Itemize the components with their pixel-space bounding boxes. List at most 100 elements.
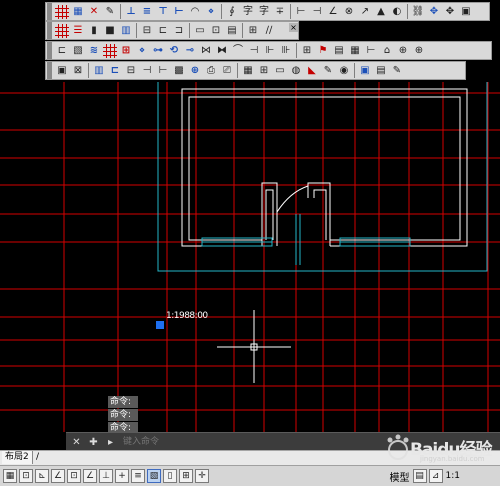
calculator-icon[interactable]: ▦ bbox=[241, 64, 255, 78]
align-center-icon[interactable]: ≡ bbox=[140, 5, 154, 19]
toolbar-grip[interactable] bbox=[47, 62, 52, 79]
tag-icon[interactable]: ⌂ bbox=[380, 44, 394, 58]
selection-cycle-icon[interactable]: ▯ bbox=[163, 469, 177, 483]
workspace-icon[interactable]: ✛ bbox=[195, 469, 209, 483]
ortho-icon[interactable]: ⊾ bbox=[35, 469, 49, 483]
camera-icon[interactable]: ◍ bbox=[289, 64, 303, 78]
align-bottom-icon[interactable]: ⊥ bbox=[124, 5, 138, 19]
snap-icon[interactable]: ⊡ bbox=[19, 469, 33, 483]
pencil-icon[interactable]: ✎ bbox=[321, 64, 335, 78]
toolbar-close-icon[interactable]: × bbox=[289, 23, 298, 32]
ucs-icon[interactable]: ⊥ bbox=[99, 469, 113, 483]
transparency-icon[interactable]: ▧ bbox=[147, 469, 161, 483]
room-icon[interactable]: ⊞ bbox=[246, 24, 260, 38]
hatch-pattern-icon[interactable]: ▧ bbox=[71, 44, 85, 58]
match-icon[interactable]: ⊠ bbox=[71, 64, 85, 78]
delete-icon[interactable]: ✕ bbox=[87, 5, 101, 19]
measure-icon[interactable]: ⊢ bbox=[172, 5, 186, 19]
dimension-angle-icon[interactable]: ∠ bbox=[326, 5, 340, 19]
attribute-icon[interactable]: ⊣ bbox=[140, 64, 154, 78]
offset-icon[interactable]: ⊏ bbox=[55, 44, 69, 58]
model-space-button[interactable]: 模型 bbox=[390, 469, 410, 484]
toolbar-grip[interactable] bbox=[47, 22, 52, 39]
extend-icon[interactable]: ⊪ bbox=[279, 44, 293, 58]
field-icon[interactable]: ⊞ bbox=[257, 64, 271, 78]
annotation-scale[interactable]: 1:1 bbox=[446, 471, 460, 481]
block-icon[interactable]: ▥ bbox=[92, 64, 106, 78]
grid-icon[interactable] bbox=[103, 43, 117, 58]
markup-icon[interactable]: ✎ bbox=[390, 64, 404, 78]
stair-flight-icon[interactable]: ▤ bbox=[332, 44, 346, 58]
publish-icon[interactable]: ⎙ bbox=[204, 64, 218, 78]
tool-palette-icon[interactable]: ▭ bbox=[273, 64, 287, 78]
lengthen-icon[interactable]: ⊸ bbox=[183, 44, 197, 58]
wall-select-icon[interactable]: ⊞ bbox=[119, 44, 133, 58]
annotation-monitor-icon[interactable]: ⊞ bbox=[179, 469, 193, 483]
stair-icon[interactable]: ∮ bbox=[225, 5, 239, 19]
pan-icon[interactable]: ✥ bbox=[443, 5, 457, 19]
grid-icon[interactable] bbox=[55, 23, 69, 38]
selection-grip[interactable] bbox=[156, 321, 164, 329]
dynamic-input-icon[interactable]: + bbox=[115, 469, 129, 483]
arrow-icon[interactable]: ↗ bbox=[358, 5, 372, 19]
rotate-icon[interactable]: ⟲ bbox=[167, 44, 181, 58]
door-double-icon[interactable]: ⊐ bbox=[172, 24, 186, 38]
roof-icon[interactable]: ∕∕ bbox=[262, 24, 276, 38]
section-icon[interactable]: ⊗ bbox=[342, 5, 356, 19]
table-icon[interactable]: ▦ bbox=[348, 44, 362, 58]
tab-layout2[interactable]: 布局2 bbox=[2, 451, 33, 464]
tint-icon[interactable]: ◐ bbox=[390, 5, 404, 19]
command-input[interactable] bbox=[121, 435, 245, 449]
tab-scroll-icon[interactable]: / bbox=[36, 452, 39, 462]
hatch-icon[interactable]: ▦ bbox=[71, 5, 85, 19]
polar-icon[interactable]: ∠ bbox=[51, 469, 65, 483]
elevation-icon[interactable]: ⚑ bbox=[316, 44, 330, 58]
toolbar-grip[interactable] bbox=[47, 3, 52, 20]
sheet-icon[interactable]: ▤ bbox=[374, 64, 388, 78]
frame-icon[interactable]: ▣ bbox=[358, 64, 372, 78]
join-icon[interactable]: ⋈ bbox=[199, 44, 213, 58]
dimension-style-icon[interactable]: ⊢ bbox=[364, 44, 378, 58]
close-icon[interactable]: ✕ bbox=[70, 436, 83, 449]
trim-icon[interactable]: ⊩ bbox=[263, 44, 277, 58]
break-icon[interactable]: ⊣ bbox=[247, 44, 261, 58]
xref-icon[interactable]: ⊢ bbox=[156, 64, 170, 78]
wall-icon[interactable]: ▥ bbox=[119, 24, 133, 38]
move-icon[interactable]: ✥ bbox=[427, 5, 441, 19]
stretch-icon[interactable]: ⊶ bbox=[151, 44, 165, 58]
lineweight-icon[interactable]: ≡ bbox=[131, 469, 145, 483]
axis-icon[interactable]: ⊕ bbox=[396, 44, 410, 58]
align-top-icon[interactable]: ⊤ bbox=[156, 5, 170, 19]
wrench-icon[interactable]: ✚ bbox=[87, 436, 100, 449]
render-icon[interactable]: ◣ bbox=[305, 64, 319, 78]
measure-text-icon[interactable]: ∓ bbox=[273, 5, 287, 19]
toolbar-grip[interactable] bbox=[47, 42, 52, 59]
node-icon[interactable]: ⋄ bbox=[204, 5, 218, 19]
window-icon[interactable]: ⊟ bbox=[140, 24, 154, 38]
row-grid-icon[interactable]: ☰ bbox=[71, 24, 85, 38]
insert-icon[interactable]: ⊏ bbox=[108, 64, 122, 78]
floor-plan[interactable] bbox=[181, 88, 468, 247]
mirror-icon[interactable]: ⧓ bbox=[215, 44, 229, 58]
hyperlink-icon[interactable]: ⊕ bbox=[188, 64, 202, 78]
link-icon[interactable]: ⛓ bbox=[411, 5, 425, 19]
wblock-icon[interactable]: ⊟ bbox=[124, 64, 138, 78]
quick-view-icon[interactable]: ▤ bbox=[412, 469, 427, 483]
door-icon[interactable]: ⊏ bbox=[156, 24, 170, 38]
dimension-chain-icon[interactable]: ⊣ bbox=[310, 5, 324, 19]
annotation-scale-icon[interactable]: ⊿ bbox=[428, 469, 443, 483]
fillet-icon[interactable]: ⌒ bbox=[231, 44, 245, 58]
axis-label-icon[interactable]: ⊕ bbox=[412, 44, 426, 58]
column-icon[interactable]: ▮ bbox=[87, 24, 101, 38]
osnap-icon[interactable]: ⊡ bbox=[67, 469, 81, 483]
properties-icon[interactable]: ▣ bbox=[55, 64, 69, 78]
text-icon[interactable]: 字 bbox=[241, 5, 255, 19]
stairs-icon[interactable]: ▤ bbox=[225, 24, 239, 38]
grid-display-icon[interactable]: ▦ bbox=[3, 469, 17, 483]
clipboard-icon[interactable]: ▣ bbox=[459, 5, 473, 19]
otrack-icon[interactable]: ∠ bbox=[83, 469, 97, 483]
column-insert-icon[interactable]: ⊞ bbox=[300, 44, 314, 58]
dimension-icon[interactable]: ⊢ bbox=[294, 5, 308, 19]
window-band-icon[interactable]: ▭ bbox=[193, 24, 207, 38]
eye-icon[interactable]: ◉ bbox=[337, 64, 351, 78]
